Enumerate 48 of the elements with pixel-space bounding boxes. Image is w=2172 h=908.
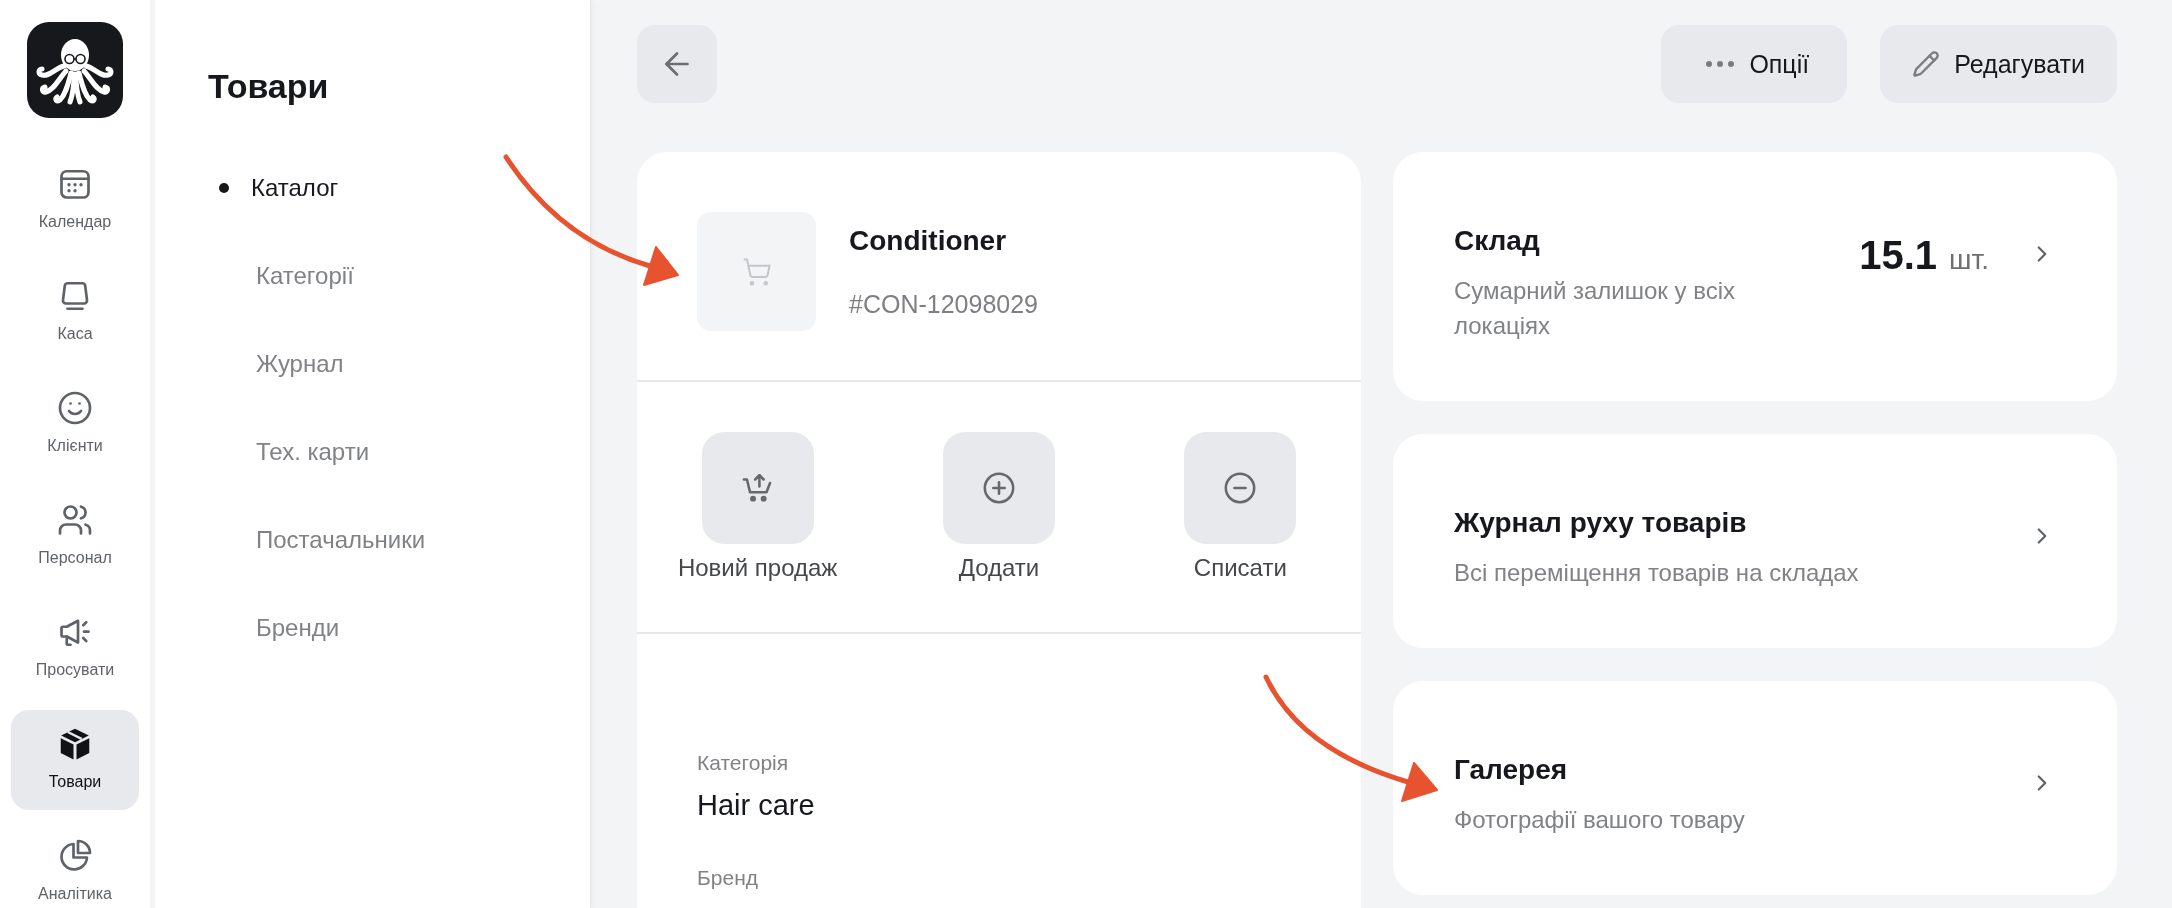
pencil-icon <box>1912 50 1941 78</box>
back-button[interactable] <box>637 25 717 103</box>
section-title: Товари <box>208 66 330 106</box>
action-label: Додати <box>958 553 1040 583</box>
section-card[interactable]: Журнал руху товарів Всі переміщення товарів на складах <box>1393 434 2117 648</box>
detail-label: Категорія <box>697 750 790 776</box>
plus-circle-icon <box>982 471 1016 505</box>
section-card[interactable]: Склад Сумарний залишок у всіх локаціях 15.1 шт. <box>1393 152 2117 401</box>
options-button[interactable]: Опції <box>1661 25 1848 103</box>
card-subtitle: Фотографії вашого товару <box>1454 805 1746 835</box>
sidebar-item[interactable]: Постачальники <box>256 525 426 555</box>
nav-item[interactable]: Каса <box>11 262 139 362</box>
card-title: Галерея <box>1454 753 1569 787</box>
sidebar-item[interactable]: Каталог <box>219 173 339 203</box>
product-name: Conditioner <box>849 223 1008 258</box>
smile-icon <box>57 390 93 426</box>
nav-item[interactable]: Календар <box>11 150 139 250</box>
detail-value: Hair care <box>697 788 816 823</box>
sidebar-item[interactable]: Бренди <box>256 613 340 643</box>
action-label: Новий продаж <box>677 553 838 583</box>
nav-item[interactable]: Персонал <box>11 486 139 586</box>
nav-item[interactable]: Просувати <box>11 598 139 698</box>
detail-label: Бренд <box>697 865 759 891</box>
sidebar-item[interactable]: Тех. карти <box>256 437 370 467</box>
card-title: Журнал руху товарів <box>1454 506 1748 540</box>
card-subtitle: Всі переміщення товарів на складах <box>1454 558 1860 588</box>
new-sale-button[interactable] <box>701 432 814 544</box>
product-sku: #CON-12098029 <box>849 288 1038 320</box>
cart-icon <box>741 256 772 287</box>
sidebar-item[interactable]: Категорії <box>256 261 354 291</box>
stock-value: 15.1 <box>1859 233 1938 277</box>
bullet-icon <box>219 183 229 193</box>
card-title: Склад <box>1454 224 1541 258</box>
add-button[interactable] <box>943 432 1055 544</box>
action-label: Списати <box>1193 553 1287 583</box>
pie-chart-icon <box>57 838 93 874</box>
edit-button[interactable]: Редагувати <box>1880 25 2117 103</box>
write-off-button[interactable] <box>1184 432 1297 544</box>
sidebar-item[interactable]: Журнал <box>256 349 344 379</box>
section-card[interactable]: Галерея Фотографії вашого товару <box>1393 681 2117 895</box>
nav-item[interactable]: Клієнти <box>11 374 139 474</box>
minus-circle-icon <box>1223 471 1258 505</box>
more-icon <box>1705 60 1736 68</box>
card-subtitle: Сумарний залишок у всіх локаціях <box>1454 276 1736 341</box>
unit-label: шт. <box>1949 243 1989 277</box>
nav-item[interactable]: Аналітика <box>11 822 139 908</box>
nav-item[interactable]: Товари <box>11 710 139 810</box>
people-icon <box>57 502 93 538</box>
